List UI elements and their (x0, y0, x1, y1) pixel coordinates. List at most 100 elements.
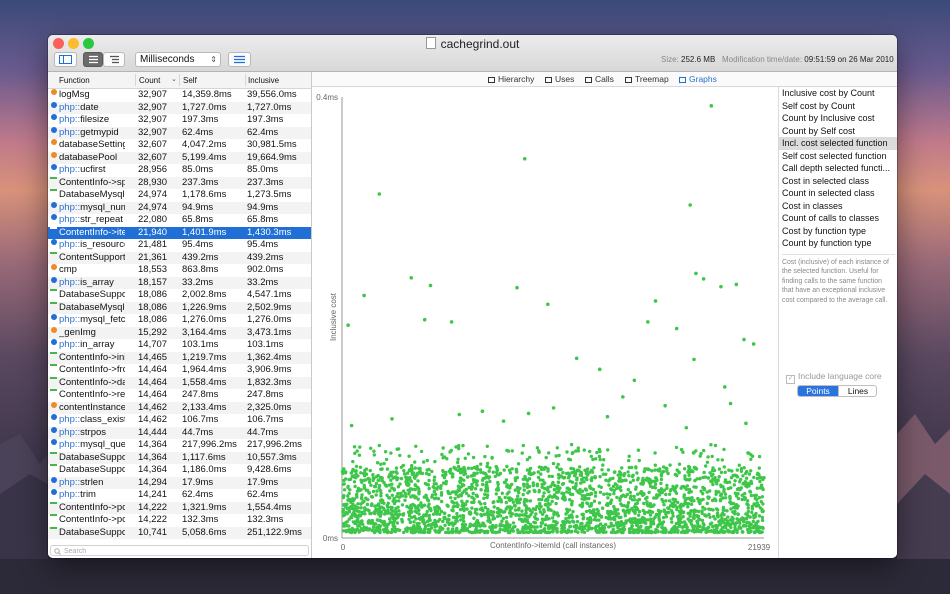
data-point (426, 483, 431, 487)
data-point (490, 529, 495, 534)
data-point (485, 529, 489, 533)
method-arrow-icon (50, 526, 57, 529)
graph-type-item[interactable]: Call depth selected functi... (779, 162, 897, 175)
table-row[interactable]: php::ucfirst 28,956 85.0ms 85.0ms (48, 164, 311, 177)
table-row[interactable]: cmp 18,553 863.8ms 902.0ms (48, 264, 311, 277)
graph-type-item[interactable]: Cost in classes (779, 200, 897, 213)
table-row[interactable]: php::strlen 14,294 17.9ms 17.9ms (48, 476, 311, 489)
tab-treemap[interactable]: Treemap (625, 74, 669, 84)
graph-type-item[interactable]: Self cost selected function (779, 150, 897, 163)
table-row[interactable]: php::mysql_query 14,364 217,996.2ms 217,996… (48, 439, 311, 452)
unit-select[interactable]: Milliseconds ⇕ (135, 52, 221, 67)
function-name: ContentInfo->spec (59, 177, 125, 190)
points-mode-button[interactable]: Points (798, 386, 838, 396)
user-function-icon (51, 264, 57, 270)
table-row[interactable]: php::date 32,907 1,727.0ms 1,727.0ms (48, 101, 311, 114)
lines-mode-button[interactable]: Lines (838, 386, 876, 396)
table-row[interactable]: php::getmypid 32,907 62.4ms 62.4ms (48, 126, 311, 139)
col-self[interactable]: Self (183, 76, 197, 85)
flat-view-button[interactable] (83, 52, 103, 67)
table-row[interactable]: php::in_array 14,707 103.1ms 103.1ms (48, 339, 311, 352)
table-row[interactable]: php::mysql_fetch_a 18,086 1,276.0ms 1,276.0… (48, 314, 311, 327)
data-point (497, 530, 502, 534)
data-point (433, 520, 438, 524)
table-row[interactable]: logMsg 32,907 14,359.8ms 39,556.0ms (48, 89, 311, 102)
graph-type-item[interactable]: Cost by function type (779, 225, 897, 238)
table-row[interactable]: ContentInfo->reset 14,464 247.8ms 247.8ms (48, 389, 311, 402)
data-point (742, 524, 747, 528)
data-point (587, 496, 591, 501)
col-count[interactable]: Count (139, 76, 160, 85)
table-row[interactable]: php::trim 14,241 62.4ms 62.4ms (48, 489, 311, 502)
function-name: databaseSetting (59, 139, 125, 152)
table-row[interactable]: DatabaseSupport-: 10,741 5,058.6ms 251,122.… (48, 526, 311, 539)
table-row[interactable]: DatabaseMysql->p 18,086 1,226.9ms 2,502.9ms (48, 301, 311, 314)
data-point (369, 503, 374, 508)
col-inclusive[interactable]: Inclusive (248, 76, 279, 85)
table-row[interactable]: php::strpos 14,444 44.7ms 44.7ms (48, 426, 311, 439)
table-row[interactable]: databaseSetting 32,607 4,047.2ms 30,981.5ms (48, 139, 311, 152)
table-row[interactable]: DatabaseSupport-: 14,364 1,117.6ms 10,557.3… (48, 451, 311, 464)
table-row[interactable]: ContentInfo->pclTy 14,222 132.3ms 132.3ms (48, 514, 311, 527)
graph-type-item[interactable]: Inclusive cost by Count (779, 87, 897, 100)
include-core-checkbox[interactable]: ✓ Include language core (786, 371, 882, 384)
search-placeholder: Search (64, 548, 87, 555)
inclusive-cost: 902.0ms (247, 264, 284, 275)
data-point (525, 468, 530, 472)
table-row[interactable]: DatabaseSupport-: 18,086 2,002.8ms 4,547.1m… (48, 289, 311, 302)
graph-type-item[interactable]: Count by function type (779, 237, 897, 250)
data-point (676, 529, 680, 533)
table-row[interactable]: ContentInfo->itemI 21,940 1,401.9ms 1,430.3… (48, 226, 311, 239)
columns-menu-button[interactable] (228, 52, 251, 67)
table-row[interactable]: DatabaseMysql->n 24,974 1,178.6ms 1,273.5ms (48, 189, 311, 202)
table-row[interactable]: php::mysql_num_rc 24,974 94.9ms 94.9ms (48, 201, 311, 214)
php-prefix: php:: (59, 114, 81, 125)
table-row[interactable]: php::str_repeat 22,080 65.8ms 65.8ms (48, 214, 311, 227)
table-row[interactable]: databasePool 32,607 5,199.4ms 19,664.9ms (48, 151, 311, 164)
table-row[interactable]: _genImg 15,292 3,164.4ms 3,473.1ms (48, 326, 311, 339)
table-row[interactable]: ContentInfo->pclVa 14,222 1,321.9ms 1,554.4… (48, 501, 311, 514)
tab-graphs[interactable]: Graphs (679, 74, 717, 84)
tab-hierarchy[interactable]: Hierarchy (488, 74, 534, 84)
data-point (426, 519, 430, 523)
col-function[interactable]: Function (59, 76, 90, 85)
graph-type-item[interactable]: Count by Self cost (779, 125, 897, 138)
table-row[interactable]: php::filesize 32,907 197.3ms 197.3ms (48, 114, 311, 127)
data-point (707, 525, 711, 529)
graph-type-item[interactable]: Self cost by Count (779, 100, 897, 113)
user-function-icon (51, 151, 57, 158)
graph-type-item[interactable]: Count in selected class (779, 187, 897, 200)
table-row[interactable]: contentInstanceCla 14,462 2,133.4ms 2,325.0… (48, 401, 311, 414)
tab-uses[interactable]: Uses (545, 74, 574, 84)
table-row[interactable]: ContentInfo->from 14,464 1,964.4ms 3,906.9m… (48, 364, 311, 377)
table-row[interactable]: ContentInfo->datal 14,464 1,558.4ms 1,832.3… (48, 376, 311, 389)
tab-calls[interactable]: Calls (585, 74, 614, 84)
table-row[interactable]: php::is_resource 21,481 95.4ms 95.4ms (48, 239, 311, 252)
tab-label: Uses (555, 74, 575, 84)
graph-type-item[interactable]: Count of calls to classes (779, 212, 897, 225)
data-point (754, 522, 758, 526)
data-point (427, 513, 432, 518)
graph-type-item[interactable]: Cost in selected class (779, 175, 897, 188)
table-row[interactable]: ContentSupport->c 21,361 439.2ms 439.2ms (48, 251, 311, 264)
graph-type-item[interactable]: Count by Inclusive cost (779, 112, 897, 125)
data-point (491, 500, 495, 505)
tree-view-button[interactable] (103, 52, 125, 67)
data-point (661, 515, 666, 520)
data-point (617, 476, 622, 481)
data-point (560, 526, 564, 530)
data-point (755, 486, 759, 490)
data-point (382, 461, 386, 466)
data-point (350, 515, 354, 520)
data-point (668, 463, 672, 467)
table-row[interactable]: DatabaseSupport-: 14,364 1,186.0ms 9,428.6m… (48, 464, 311, 477)
graph-type-item[interactable]: Incl. cost selected function (779, 137, 897, 150)
search-field[interactable]: Search (50, 545, 309, 556)
table-row[interactable]: php::class_exists 14,462 106.7ms 106.7ms (48, 414, 311, 427)
table-row[interactable]: ContentInfo->initia 14,465 1,219.7ms 1,362.… (48, 351, 311, 364)
table-row[interactable]: ContentInfo->spec 28,930 237.3ms 237.3ms (48, 176, 311, 190)
data-point (723, 496, 728, 500)
sidebar-toggle-button[interactable] (54, 52, 77, 67)
table-row[interactable]: php::is_array 18,157 33.2ms 33.2ms (48, 276, 311, 289)
data-point (400, 503, 405, 507)
